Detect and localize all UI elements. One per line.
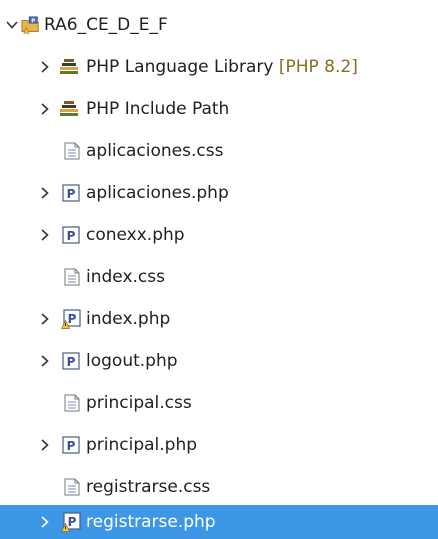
tree-item-label: logout.php: [86, 351, 178, 371]
chevron-right-icon[interactable]: [36, 310, 54, 328]
tree-item-label: principal.php: [86, 435, 198, 455]
chevron-right-icon[interactable]: [36, 100, 54, 118]
tree-item-label: PHP Include Path: [86, 99, 230, 119]
project-root[interactable]: P RA6_CE_D_E_F: [0, 4, 438, 46]
tree-item-label: index.php: [86, 309, 171, 329]
php-file-warning-icon: P: [61, 309, 81, 329]
chevron-right-icon[interactable]: [36, 58, 54, 76]
css-file-icon: [62, 477, 82, 497]
chevron-right-icon[interactable]: [36, 513, 54, 531]
tree-item-label: PHP Language Library [PHP 8.2]: [86, 57, 358, 77]
tree-item-registrarse-php[interactable]: P registrarse.php: [0, 505, 438, 539]
tree-item-aplicaciones-css[interactable]: aplicaciones.css: [0, 130, 438, 172]
svg-text:P: P: [68, 312, 77, 326]
library-icon: [59, 99, 79, 119]
tree-item-php-include-path[interactable]: PHP Include Path: [0, 88, 438, 130]
tree-item-label: registrarse.php: [86, 512, 216, 532]
svg-text:P: P: [67, 187, 76, 201]
tree-item-label: principal.css: [86, 393, 192, 413]
css-file-icon: [62, 393, 82, 413]
tree-item-registrarse-css[interactable]: registrarse.css: [0, 466, 438, 508]
chevron-right-icon[interactable]: [36, 436, 54, 454]
tree-item-principal-css[interactable]: principal.css: [0, 382, 438, 424]
tree-item-label: aplicaciones.css: [86, 141, 224, 161]
tree-item-label: index.css: [86, 267, 165, 287]
tree-item-label: conexx.php: [86, 225, 185, 245]
php-version-decoration: [PHP 8.2]: [278, 57, 358, 77]
css-file-icon: [62, 267, 82, 287]
php-file-icon: P: [61, 183, 81, 203]
svg-text:P: P: [67, 355, 76, 369]
tree-item-index-css[interactable]: index.css: [0, 256, 438, 298]
library-icon: [59, 57, 79, 77]
project-explorer-tree: P RA6_CE_D_E_F PHP Language Library [PHP…: [0, 0, 438, 539]
php-project-icon: P: [21, 15, 41, 35]
tree-item-conexx-php[interactable]: P conexx.php: [0, 214, 438, 256]
svg-text:P: P: [68, 515, 77, 529]
php-file-icon: P: [61, 225, 81, 245]
svg-text:P: P: [67, 229, 76, 243]
project-name: RA6_CE_D_E_F: [44, 15, 168, 35]
tree-item-logout-php[interactable]: P logout.php: [0, 340, 438, 382]
chevron-right-icon[interactable]: [36, 226, 54, 244]
tree-item-label: aplicaciones.php: [86, 183, 229, 203]
tree-item-label: registrarse.css: [86, 477, 211, 497]
tree-item-php-language-library[interactable]: PHP Language Library [PHP 8.2]: [0, 46, 438, 88]
tree-item-principal-php[interactable]: P principal.php: [0, 424, 438, 466]
php-file-warning-icon: P: [61, 512, 81, 532]
svg-text:P: P: [67, 439, 76, 453]
chevron-right-icon[interactable]: [36, 184, 54, 202]
svg-text:P: P: [31, 18, 35, 24]
php-file-icon: P: [61, 351, 81, 371]
chevron-down-icon[interactable]: [3, 16, 21, 34]
php-file-icon: P: [61, 435, 81, 455]
css-file-icon: [62, 141, 82, 161]
tree-item-index-php[interactable]: P index.php: [0, 298, 438, 340]
chevron-right-icon[interactable]: [36, 352, 54, 370]
tree-item-aplicaciones-php[interactable]: P aplicaciones.php: [0, 172, 438, 214]
